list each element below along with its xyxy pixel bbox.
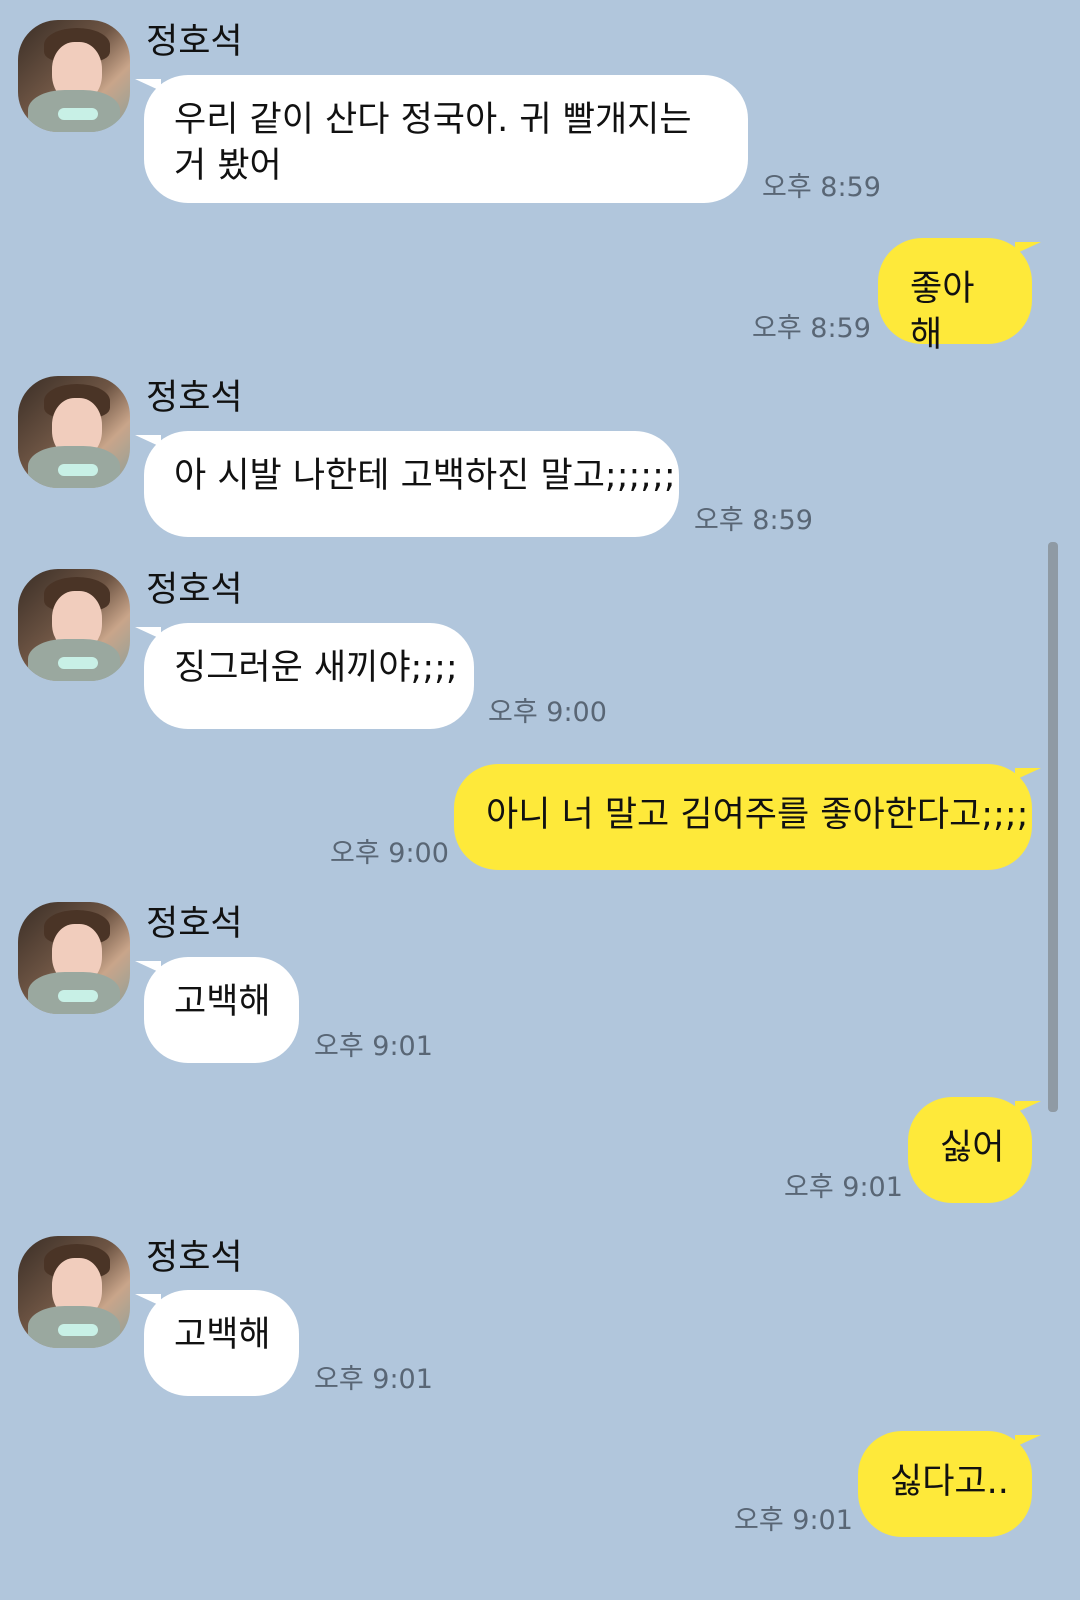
message-time: 오후 9:01 [734,1505,853,1536]
scrollbar[interactable] [1048,542,1058,1112]
message-time: 오후 9:01 [784,1172,903,1203]
message-time: 오후 9:00 [330,838,449,869]
message-bubble-incoming[interactable]: 아 시발 나한테 고백하진 말고;;;;;; [135,431,679,537]
message-bubble-incoming[interactable]: 징그러운 새끼야;;;; [135,623,474,729]
message-bubble-incoming[interactable]: 고백해 [135,957,299,1063]
contact-avatar[interactable] [18,376,130,488]
message-bubble-outgoing[interactable]: 아니 너 말고 김여주를 좋아한다고;;;; [454,764,1041,870]
message-time: 오후 9:00 [488,697,607,728]
sender-name: 정호석 [146,570,243,610]
sender-name: 정호석 [146,1238,243,1278]
contact-avatar[interactable] [18,569,130,681]
sender-name: 정호석 [146,378,243,418]
sender-name: 정호석 [146,904,243,944]
contact-avatar[interactable] [18,1236,130,1348]
message-bubble-incoming[interactable]: 우리 같이 산다 정국아. 귀 빨개지는거 봤어 [135,75,748,203]
contact-avatar[interactable] [18,902,130,1014]
message-time: 오후 9:01 [314,1031,433,1062]
message-bubble-outgoing[interactable]: 싫다고.. [858,1431,1041,1537]
message-bubble-incoming[interactable]: 고백해 [135,1290,299,1396]
message-bubble-outgoing[interactable]: 좋아해 [878,238,1041,355]
sender-name: 정호석 [146,22,243,62]
message-time: 오후 8:59 [752,313,871,344]
message-time: 오후 8:59 [694,505,813,536]
contact-avatar[interactable] [18,20,130,132]
message-bubble-outgoing[interactable]: 싫어 [908,1097,1041,1203]
message-time: 오후 9:01 [314,1364,433,1395]
message-time: 오후 8:59 [762,172,881,203]
chat-room: 정호석 우리 같이 산다 정국아. 귀 빨개지는거 봤어 오후 8:59 좋아해… [0,0,1080,1600]
